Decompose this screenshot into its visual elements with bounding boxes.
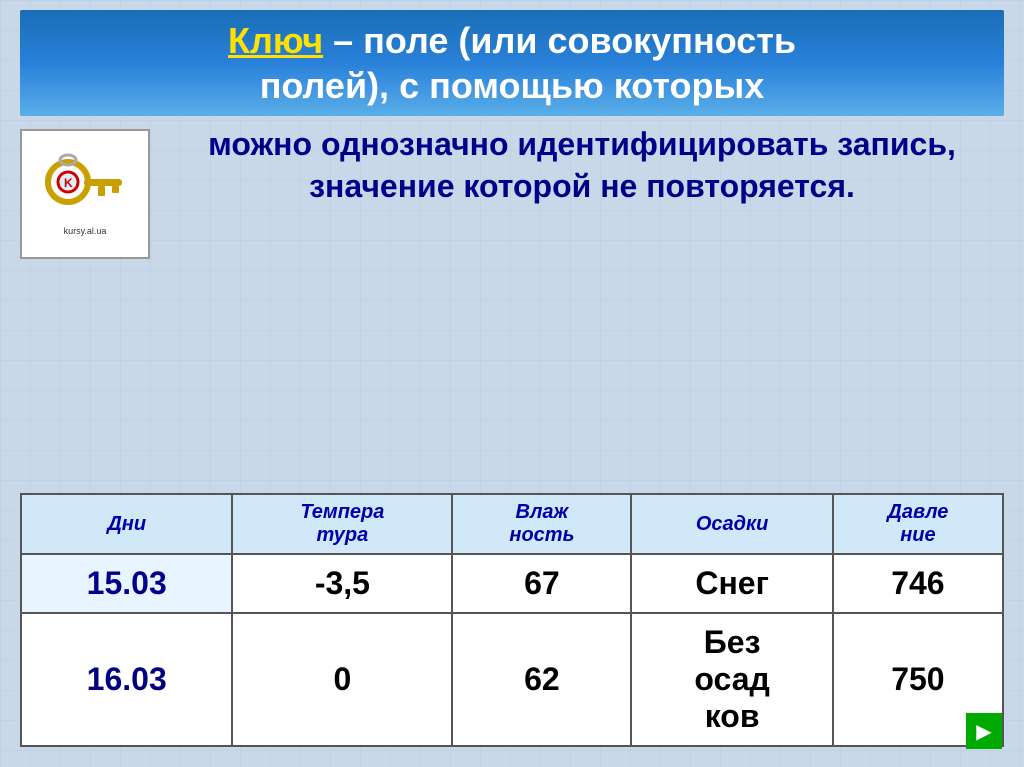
cell-day-1: 15.03 (21, 554, 232, 613)
title-rest: – поле (или совокупность (333, 20, 796, 61)
cell-pressure-1: 746 (833, 554, 1003, 613)
table-row: 15.03 -3,5 67 Снег 746 (21, 554, 1003, 613)
main-text-content: можно однозначно идентифицировать запись… (208, 126, 956, 204)
col-header-day: Дни (21, 494, 232, 554)
title-bar: Ключ – поле (или совокупность полей), с … (20, 10, 1004, 116)
svg-text:K: K (64, 176, 73, 190)
table-wrapper: Дни Темпера­тура Влаж­ность Осадки Давле… (20, 493, 1004, 747)
content-area: K kursy.al.ua можно однозначно идентифиц… (20, 124, 1004, 478)
image-caption: kursy.al.ua (64, 226, 107, 236)
cell-precip-2: Безосадков (631, 613, 832, 746)
cell-temp-1: -3,5 (232, 554, 452, 613)
key-svg-graphic: K (40, 152, 130, 222)
cell-humidity-1: 67 (452, 554, 631, 613)
cell-day-2: 16.03 (21, 613, 232, 746)
data-table: Дни Темпера­тура Влаж­ность Осадки Давле… (20, 493, 1004, 747)
table-header-row: Дни Темпера­тура Влаж­ность Осадки Давле… (21, 494, 1003, 554)
col-header-humidity: Влаж­ность (452, 494, 631, 554)
col-header-temp: Темпера­тура (232, 494, 452, 554)
cell-humidity-2: 62 (452, 613, 631, 746)
slide: Ключ – поле (или совокупность полей), с … (0, 0, 1024, 767)
title-rest-2: полей), с помощью которых (260, 65, 765, 106)
col-header-pressure: Давле­ние (833, 494, 1003, 554)
keyword: Ключ (228, 20, 323, 61)
next-button[interactable] (966, 713, 1002, 749)
title-text: Ключ – поле (или совокупность полей), с … (40, 18, 984, 108)
key-image: K kursy.al.ua (20, 129, 150, 259)
cell-precip-1: Снег (631, 554, 832, 613)
col-header-precip: Осадки (631, 494, 832, 554)
table-row: 16.03 0 62 Безосадков 750 (21, 613, 1003, 746)
main-description: можно однозначно идентифицировать запись… (160, 124, 1004, 207)
cell-temp-2: 0 (232, 613, 452, 746)
